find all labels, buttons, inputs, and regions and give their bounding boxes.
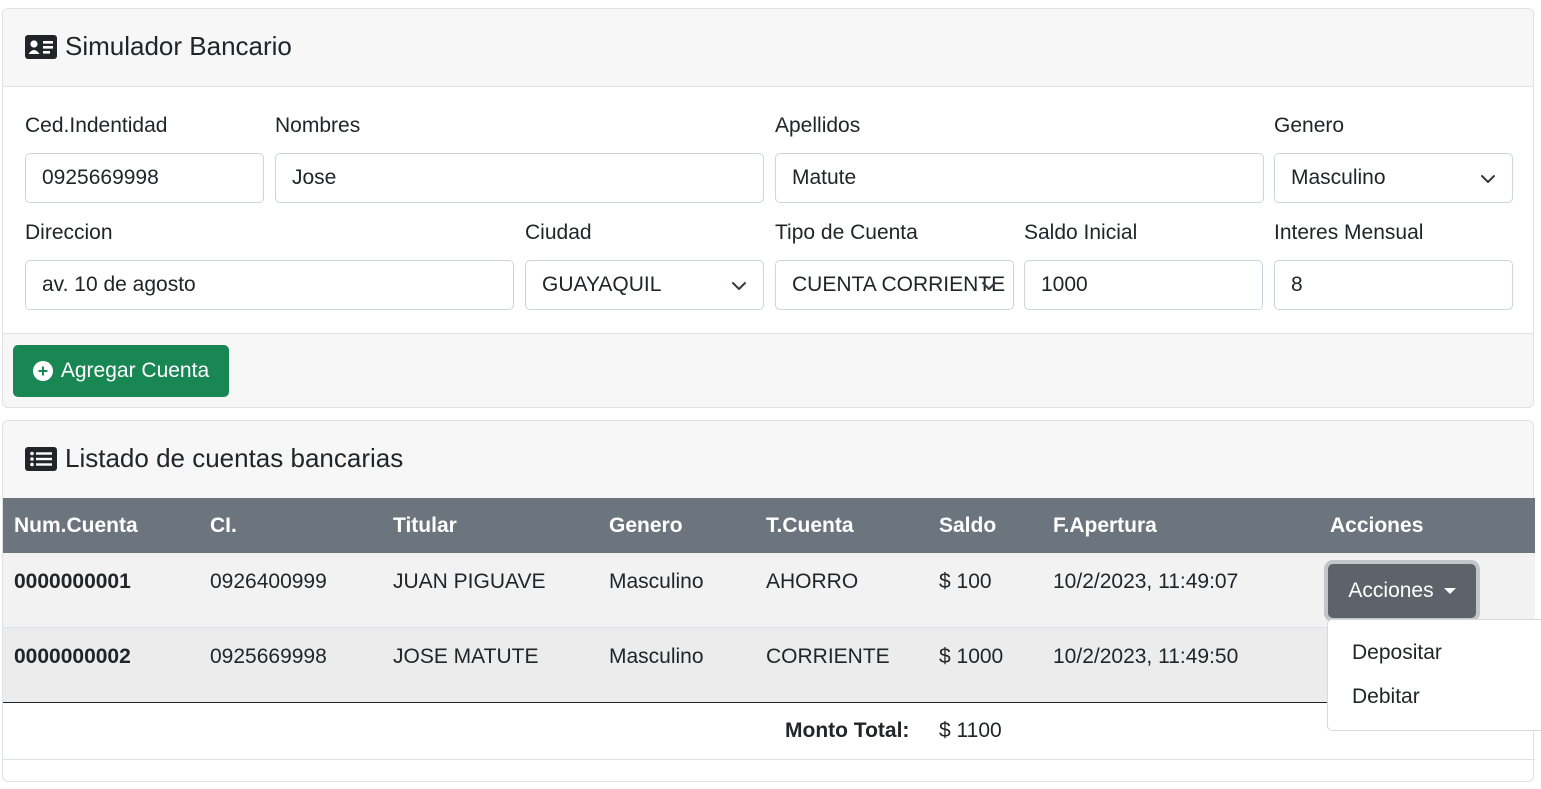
table-header: Num.Cuenta CI. Titular Genero T.Cuenta S…	[3, 498, 1535, 553]
apellidos-label: Apellidos	[775, 114, 861, 137]
total-label: Monto Total:	[785, 719, 910, 742]
ciudad-selected: GUAYAQUIL	[542, 273, 662, 296]
nombres-input[interactable]: Jose	[275, 153, 764, 203]
col-tipo-cuenta: T.Cuenta	[766, 514, 854, 537]
cell-ci: 0925669998	[210, 645, 327, 668]
col-fecha-apertura: F.Apertura	[1053, 514, 1157, 537]
table-row: 0000000002 0925669998 JOSE MATUTE Mascul…	[3, 628, 1535, 703]
list-title: Listado de cuentas bancarias	[65, 443, 404, 473]
form-title: Simulador Bancario	[65, 31, 292, 61]
menu-item-depositar[interactable]: Depositar	[1352, 641, 1442, 665]
list-card: Listado de cuentas bancarias Num.Cuenta …	[2, 420, 1535, 782]
cell-genero: Masculino	[609, 570, 704, 593]
cell-titular: JOSE MATUTE	[393, 645, 539, 668]
cell-fecha-apertura: 10/2/2023, 11:49:50	[1053, 645, 1239, 668]
acciones-dropdown-button[interactable]: Acciones	[1328, 564, 1476, 618]
cell-tipo-cuenta: CORRIENTE	[766, 645, 890, 668]
col-titular: Titular	[393, 514, 457, 537]
genero-label: Genero	[1274, 114, 1345, 137]
cell-ci: 0926400999	[210, 570, 327, 593]
chevron-down-icon	[1481, 175, 1495, 183]
cell-tipo-cuenta: AHORRO	[766, 570, 859, 593]
cell-genero: Masculino	[609, 645, 704, 668]
ciudad-select[interactable]: GUAYAQUIL	[525, 260, 764, 310]
acciones-button-label: Acciones	[1348, 579, 1434, 602]
apellidos-input[interactable]: Matute	[775, 153, 1264, 203]
saldo-inicial-input[interactable]: 1000	[1024, 260, 1263, 310]
cell-num-cuenta: 0000000001	[14, 570, 131, 593]
form-card: Simulador Bancario Ced.Indentidad 092566…	[2, 8, 1534, 408]
chevron-down-icon	[982, 282, 996, 290]
interes-mensual-label: Interes Mensual	[1274, 221, 1424, 244]
cedula-input[interactable]: 0925669998	[25, 153, 264, 203]
acciones-dropdown-menu: Depositar Debitar	[1327, 619, 1541, 731]
cell-saldo: $ 100	[939, 570, 992, 593]
tipo-cuenta-select[interactable]: CUENTA CORRIENTE	[775, 260, 1014, 310]
nombres-label: Nombres	[275, 114, 361, 137]
cedula-label: Ced.Indentidad	[25, 114, 168, 137]
cell-saldo: $ 1000	[939, 645, 1004, 668]
list-card-header: Listado de cuentas bancarias	[3, 421, 1533, 498]
col-num-cuenta: Num.Cuenta	[14, 514, 138, 537]
col-genero: Genero	[609, 514, 683, 537]
menu-item-debitar[interactable]: Debitar	[1352, 685, 1420, 709]
tipo-cuenta-label: Tipo de Cuenta	[775, 221, 918, 244]
tipo-cuenta-selected: CUENTA CORRIENTE	[792, 273, 1006, 296]
id-card-icon	[25, 34, 57, 59]
chevron-down-icon	[732, 282, 746, 290]
cell-num-cuenta: 0000000002	[14, 645, 131, 668]
direccion-input[interactable]: av. 10 de agosto	[25, 260, 514, 310]
total-row: Monto Total: $ 1100	[3, 703, 1535, 760]
plus-circle-icon	[32, 361, 53, 381]
genero-selected: Masculino	[1291, 166, 1386, 189]
genero-select[interactable]: Masculino	[1274, 153, 1513, 203]
cell-titular: JUAN PIGUAVE	[393, 570, 546, 593]
form-card-header: Simulador Bancario	[3, 9, 1533, 87]
col-saldo: Saldo	[939, 514, 997, 537]
table-row: 0000000001 0926400999 JUAN PIGUAVE Mascu…	[3, 553, 1535, 628]
agregar-cuenta-button[interactable]: Agregar Cuenta	[13, 345, 229, 397]
cell-fecha-apertura: 10/2/2023, 11:49:07	[1053, 570, 1239, 593]
ciudad-label: Ciudad	[525, 221, 592, 244]
form-card-footer: Agregar Cuenta	[3, 333, 1533, 407]
agregar-cuenta-label: Agregar Cuenta	[60, 359, 210, 382]
total-value: $ 1100	[939, 719, 1002, 742]
interes-mensual-input[interactable]: 8	[1274, 260, 1513, 310]
list-icon	[25, 446, 57, 471]
col-acciones: Acciones	[1330, 514, 1424, 537]
direccion-label: Direccion	[25, 221, 113, 244]
col-ci: CI.	[210, 514, 237, 537]
caret-down-icon	[1443, 588, 1456, 594]
saldo-inicial-label: Saldo Inicial	[1024, 221, 1138, 244]
